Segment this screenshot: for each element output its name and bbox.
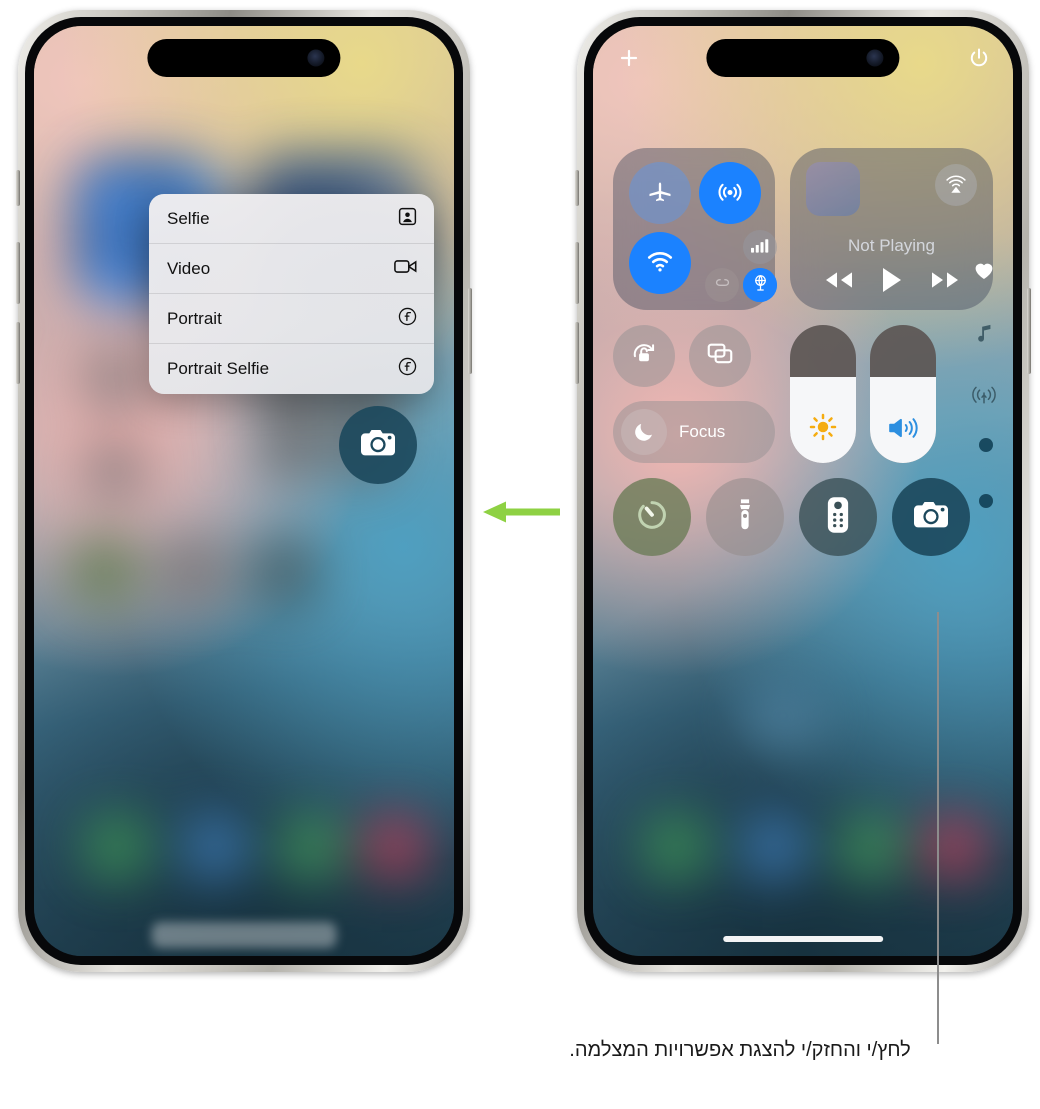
aperture-f-icon xyxy=(397,356,418,382)
rotation-lock-icon xyxy=(628,338,660,375)
power-icon[interactable] xyxy=(967,46,991,75)
page-dot[interactable] xyxy=(979,494,993,508)
right-phone-screen: Not Playing Focus xyxy=(593,26,1013,956)
mute-switch[interactable] xyxy=(16,170,20,206)
cellular-data-toggle[interactable] xyxy=(743,230,777,264)
airdrop-share-toggle[interactable] xyxy=(705,268,739,302)
media-playback-module: Not Playing xyxy=(790,148,993,310)
broadcast-icon[interactable] xyxy=(971,384,997,411)
airplane-mode-toggle[interactable] xyxy=(629,162,691,224)
timer-icon xyxy=(633,496,671,539)
context-menu-label: Portrait xyxy=(167,308,222,328)
camera-context-menu[interactable]: Selfie Video Portrait Portrait Selfie xyxy=(149,194,434,394)
aperture-f-icon xyxy=(397,306,418,332)
blurred-control-center xyxy=(34,26,454,956)
page-dot[interactable] xyxy=(979,438,993,452)
context-menu-label: Video xyxy=(167,258,211,278)
callout-line xyxy=(937,612,939,1044)
right-phone-device: Not Playing Focus xyxy=(575,10,1031,972)
camera-control-button[interactable] xyxy=(339,406,417,484)
brightness-slider[interactable] xyxy=(790,325,856,463)
sliders-group xyxy=(790,325,936,463)
control-center: Not Playing Focus xyxy=(593,26,1013,956)
flashlight-control[interactable] xyxy=(706,478,784,556)
control-center-grid: Not Playing Focus xyxy=(613,148,993,556)
cellular-bars-icon xyxy=(750,237,770,258)
power-button[interactable] xyxy=(1027,288,1031,374)
figure-root: Selfie Video Portrait Portrait Selfie No… xyxy=(0,0,1040,1109)
control-center-row-2: Focus xyxy=(613,325,993,463)
volume-up-button[interactable] xyxy=(16,242,20,304)
heart-icon[interactable] xyxy=(972,258,996,287)
screen-mirroring-icon xyxy=(705,339,735,374)
left-phone-bezel: Selfie Video Portrait Portrait Selfie xyxy=(25,17,463,965)
volume-down-button[interactable] xyxy=(575,322,579,384)
power-button[interactable] xyxy=(468,288,472,374)
airplane-icon xyxy=(646,177,674,210)
toggles-group: Focus xyxy=(613,325,775,463)
context-menu-label: Selfie xyxy=(167,208,210,228)
moon-icon xyxy=(621,409,667,455)
home-indicator xyxy=(723,936,883,942)
figure-caption: לחץ/י והחזק/י להצגת אפשרויות המצלמה. xyxy=(569,1039,911,1061)
volume-up-button[interactable] xyxy=(575,242,579,304)
airdrop-toggle[interactable] xyxy=(699,162,761,224)
selfie-icon xyxy=(397,206,418,232)
apple-tv-remote-control[interactable] xyxy=(799,478,877,556)
volume-slider[interactable] xyxy=(870,325,936,463)
sun-icon xyxy=(808,412,838,447)
airdrop-share-icon xyxy=(713,273,732,297)
rewind-icon[interactable] xyxy=(821,269,855,296)
right-phone-bezel: Not Playing Focus xyxy=(584,17,1022,965)
control-center-topbar xyxy=(593,40,1013,80)
airdrop-icon xyxy=(715,176,745,211)
volume-down-button[interactable] xyxy=(16,322,20,384)
flashlight-icon xyxy=(730,498,760,537)
wifi-icon xyxy=(645,246,675,281)
front-camera-lens xyxy=(307,49,325,67)
focus-label: Focus xyxy=(679,422,726,441)
plus-icon[interactable] xyxy=(617,46,641,75)
camera-control[interactable] xyxy=(892,478,970,556)
context-menu-label: Portrait Selfie xyxy=(167,359,270,378)
dynamic-island xyxy=(147,39,341,77)
camera-icon xyxy=(911,499,951,536)
context-menu-item-selfie[interactable]: Selfie xyxy=(149,194,434,244)
fast-forward-icon[interactable] xyxy=(929,269,963,296)
page-indicator-dots xyxy=(979,438,993,508)
context-menu-item-portrait-selfie[interactable]: Portrait Selfie xyxy=(149,344,434,394)
screen-mirroring-toggle[interactable] xyxy=(689,325,751,387)
timer-control[interactable] xyxy=(613,478,691,556)
left-phone-device: Selfie Video Portrait Portrait Selfie xyxy=(16,10,472,972)
rotation-lock-toggle[interactable] xyxy=(613,325,675,387)
album-artwork-placeholder xyxy=(806,162,860,216)
control-center-row-1: Not Playing xyxy=(613,148,993,310)
airplay-audio-icon[interactable] xyxy=(935,164,977,206)
camera-icon xyxy=(358,427,398,464)
play-icon[interactable] xyxy=(880,266,904,299)
media-status-label: Not Playing xyxy=(848,236,935,255)
speaker-icon xyxy=(887,414,919,447)
control-center-row-3 xyxy=(613,478,993,556)
wifi-toggle[interactable] xyxy=(629,232,691,294)
left-phone-screen: Selfie Video Portrait Portrait Selfie xyxy=(34,26,454,956)
brightness-fill xyxy=(790,377,856,463)
mute-switch[interactable] xyxy=(575,170,579,206)
apple-tv-remote-icon xyxy=(825,496,851,539)
volume-fill xyxy=(870,377,936,463)
media-transport-controls xyxy=(790,266,993,299)
context-menu-item-video[interactable]: Video xyxy=(149,244,434,294)
connectivity-module xyxy=(613,148,777,310)
music-note-icon[interactable] xyxy=(973,321,995,350)
control-center-side-rail xyxy=(969,258,999,411)
personal-hotspot-toggle[interactable] xyxy=(743,268,777,302)
pointer-arrow xyxy=(482,500,560,524)
video-camera-icon xyxy=(394,257,418,281)
context-menu-item-portrait[interactable]: Portrait xyxy=(149,294,434,344)
focus-toggle[interactable]: Focus xyxy=(613,401,775,463)
globe-vpn-icon xyxy=(751,273,770,297)
home-indicator xyxy=(151,922,337,948)
